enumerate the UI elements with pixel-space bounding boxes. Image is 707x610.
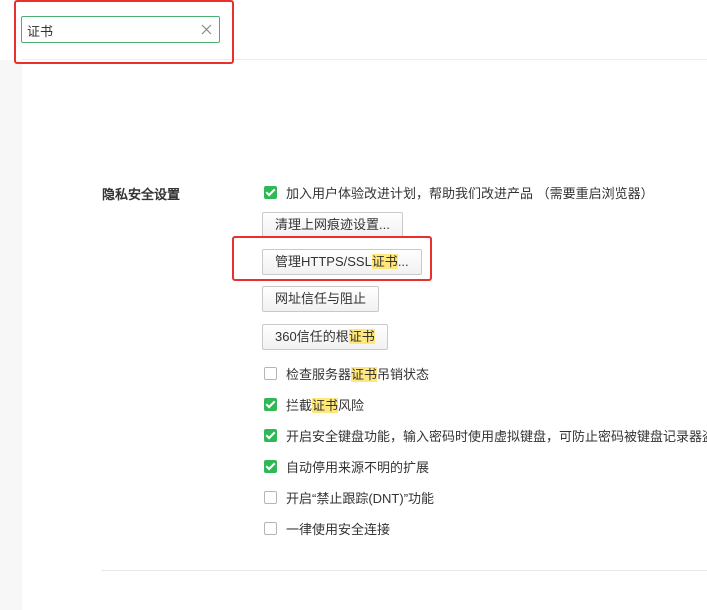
button-label-ellipsis: ...	[397, 254, 409, 269]
option-label: 一律使用安全连接	[286, 521, 391, 537]
trusted-root-cert-button[interactable]: 360信任的根证书	[262, 324, 388, 350]
option-always-secure[interactable]: 一律使用安全连接	[264, 519, 390, 537]
option-dnt[interactable]: 开启“禁止跟踪(DNT)”功能	[264, 488, 434, 506]
search-box[interactable]	[21, 16, 220, 43]
search-highlight: 证书	[312, 397, 339, 413]
search-highlight: 证书	[351, 366, 378, 382]
checkbox-checked[interactable]	[264, 428, 277, 442]
manage-certificates-button[interactable]: 管理HTTPS/SSL证书...	[262, 249, 422, 275]
clear-traces-button[interactable]: 清理上网痕迹设置...	[262, 212, 403, 238]
option-label: 开启“禁止跟踪(DNT)”功能	[286, 490, 435, 506]
option-secure-keyboard[interactable]: 开启安全键盘功能，输入密码时使用虚拟键盘，可防止密码被键盘记录器盗取	[264, 426, 707, 444]
button-label: 管理HTTPS/SSL	[275, 254, 372, 269]
option-label: 拦截证书风险	[286, 397, 365, 413]
checkbox-unchecked[interactable]	[264, 366, 277, 380]
option-disable-unknown-extensions[interactable]: 自动停用来源不明的扩展	[264, 457, 429, 475]
option-user-experience[interactable]: 加入用户体验改进计划，帮助我们改进产品 （需要重启浏览器）	[264, 183, 654, 201]
checkbox-unchecked[interactable]	[264, 490, 277, 504]
search-highlight: 证书	[348, 329, 375, 344]
checkbox-checked[interactable]	[264, 185, 277, 199]
button-label: 360信任的根	[275, 329, 349, 344]
option-label: 检查服务器证书吊销状态	[286, 366, 430, 382]
option-label: 开启安全键盘功能，输入密码时使用虚拟键盘，可防止密码被键盘记录器盗取	[286, 428, 707, 444]
url-trust-button[interactable]: 网址信任与阻止	[262, 286, 380, 312]
option-label: 自动停用来源不明的扩展	[286, 459, 430, 475]
top-divider	[22, 59, 707, 60]
search-input[interactable]	[27, 20, 197, 40]
bottom-divider	[101, 570, 707, 571]
left-strip	[0, 60, 22, 610]
option-check-revocation[interactable]: 检查服务器证书吊销状态	[264, 364, 429, 382]
search-highlight: 证书	[371, 254, 398, 269]
checkbox-checked[interactable]	[264, 459, 277, 473]
option-label: 加入用户体验改进计划，帮助我们改进产品 （需要重启浏览器）	[286, 185, 654, 201]
close-icon[interactable]	[200, 23, 213, 36]
checkbox-unchecked[interactable]	[264, 521, 277, 535]
section-title: 隐私安全设置	[102, 187, 181, 202]
option-block-cert-risk[interactable]: 拦截证书风险	[264, 395, 364, 413]
checkbox-checked[interactable]	[264, 397, 277, 411]
